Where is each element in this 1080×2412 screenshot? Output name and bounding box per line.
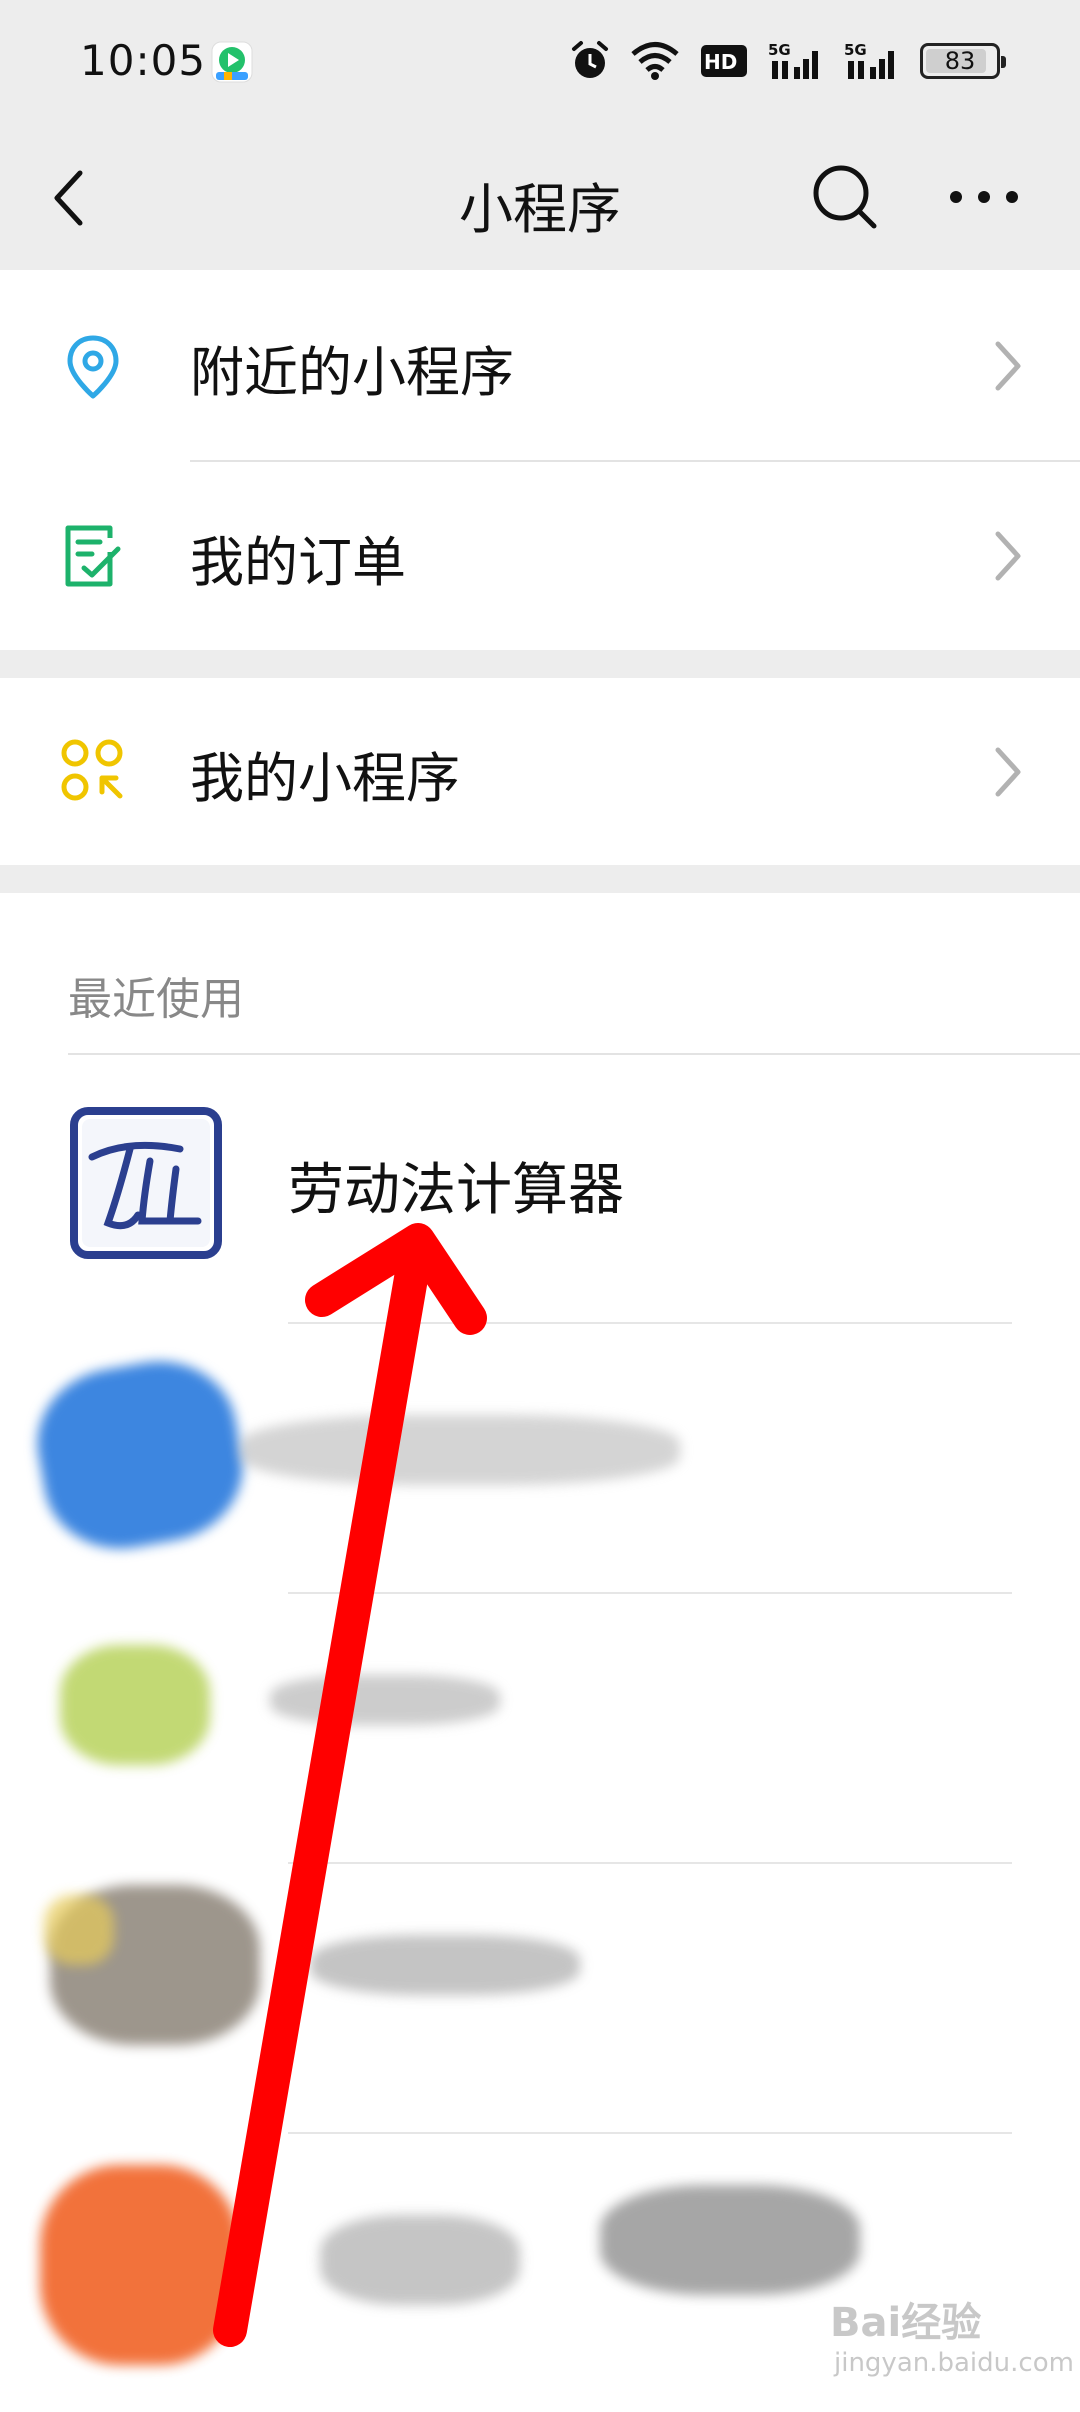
my-miniprograms-row[interactable]: 我的小程序: [0, 678, 1080, 865]
hd-icon: HD: [701, 45, 747, 77]
chevron-right-icon: [995, 747, 1021, 797]
obscured-logo-accent: [44, 1895, 114, 1965]
battery-icon: 83: [920, 43, 1006, 79]
status-time: 10:05: [80, 36, 207, 85]
watermark-site: jingyan.baidu.com: [834, 2348, 1074, 2378]
nearby-miniprograms-label: 附近的小程序: [190, 341, 514, 404]
wifi-icon: [631, 42, 679, 80]
location-pin-icon: [67, 335, 119, 399]
recent-section: 最近使用 劳动法计算器: [0, 893, 1080, 2412]
recent-item-obscured[interactable]: [0, 1865, 1080, 2135]
menu-group: 我的小程序: [0, 678, 1080, 865]
nearby-miniprograms-row[interactable]: 附近的小程序: [0, 270, 1080, 460]
watermark-brand: Bai经验: [830, 2300, 982, 2346]
obscured-logo: [40, 2165, 240, 2365]
order-checklist-icon: [65, 525, 121, 587]
nav-bar: 小程序: [0, 125, 1080, 270]
chevron-right-icon: [995, 531, 1021, 581]
network-label: 5G: [768, 41, 791, 59]
item-divider: [288, 1592, 1012, 1594]
item-divider: [288, 1322, 1012, 1324]
signal-icon: 5G: [844, 41, 894, 79]
page-title: 小程序: [459, 178, 621, 241]
recent-item-obscured[interactable]: [0, 1595, 1080, 1865]
signal-icon: 5G: [768, 41, 818, 79]
my-miniprograms-icon: [61, 739, 123, 801]
obscured-text: [270, 1675, 500, 1725]
hd-label: HD: [704, 50, 737, 74]
item-divider: [288, 1862, 1012, 1864]
my-orders-label: 我的订单: [190, 531, 406, 594]
item-divider: [288, 2132, 1012, 2134]
recent-item-obscured[interactable]: [0, 1325, 1080, 1595]
menu-group: 附近的小程序 我的订单: [0, 270, 1080, 650]
more-icon[interactable]: [944, 175, 1024, 220]
search-icon[interactable]: [808, 160, 883, 235]
recent-item-labor-law-calculator[interactable]: 劳动法计算器: [0, 1055, 1080, 1325]
obscured-text: [240, 1415, 680, 1485]
recent-item-name: 劳动法计算器: [288, 1158, 624, 1223]
alarm-icon: [572, 41, 608, 78]
status-bar: 10:05 HD 5G 5G 83: [0, 0, 1080, 125]
my-orders-row[interactable]: 我的订单: [0, 460, 1080, 650]
obscured-text: [320, 2215, 520, 2305]
labor-law-calculator-logo: [70, 1107, 222, 1259]
obscured-logo: [60, 1645, 210, 1765]
network-label: 5G: [844, 41, 867, 59]
obscured-text: [310, 1935, 580, 1995]
watermark: Bai经验 jingyan.baidu.com: [830, 2290, 1074, 2390]
recent-section-title: 最近使用: [68, 974, 244, 1025]
obscured-text: [600, 2185, 860, 2295]
obscured-logo: [25, 1349, 255, 1561]
battery-level: 83: [944, 47, 976, 75]
my-miniprograms-label: 我的小程序: [190, 747, 460, 810]
chevron-right-icon: [995, 341, 1021, 391]
video-app-icon: [211, 41, 253, 83]
